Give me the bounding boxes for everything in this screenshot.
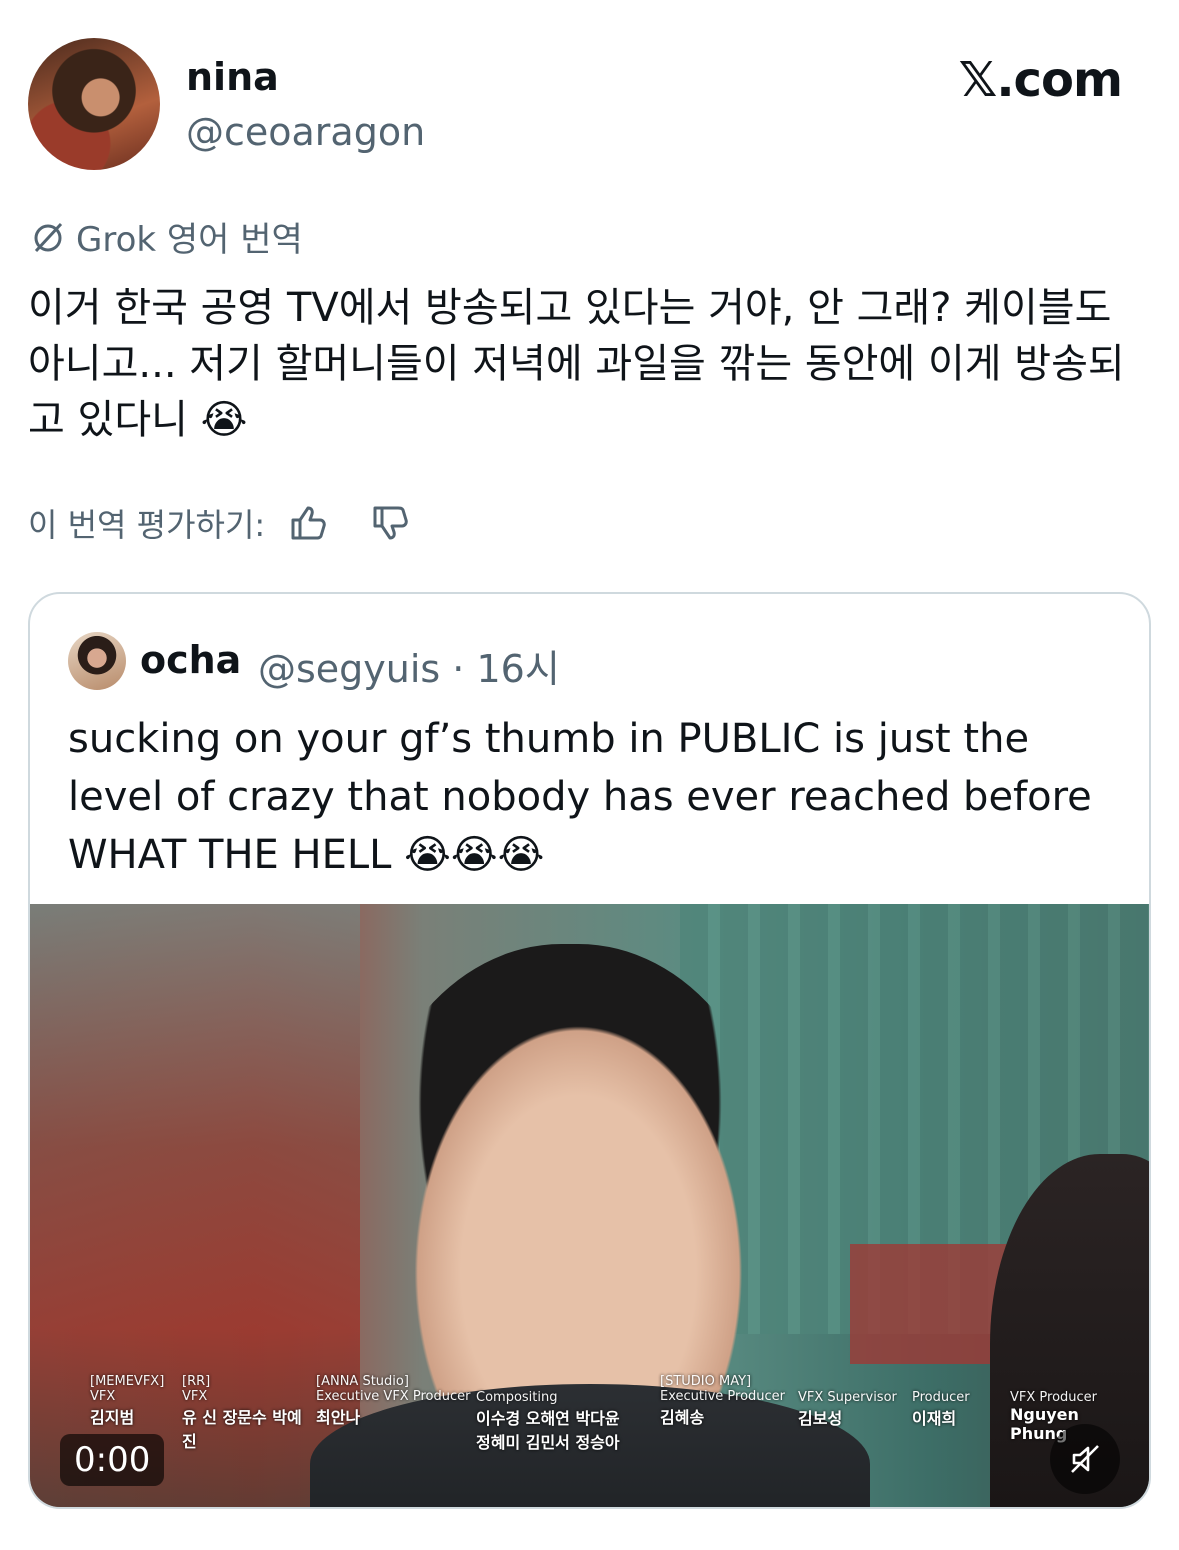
credit-5: VFX Supervisor 김보성 <box>798 1390 897 1428</box>
quoted-tweet[interactable]: ocha @segyuis · 16시 sucking on your gf’s… <box>28 592 1151 1509</box>
translation-header: Grok 영어 번역 <box>28 212 303 261</box>
quote-author-handle-time[interactable]: @segyuis · 16시 <box>258 638 560 693</box>
translated-tweet-text: 이거 한국 공영 TV에서 방송되고 있다는 거야, 안 그래? 케이블도 아니… <box>28 285 1125 443</box>
quote-text: sucking on your gf’s thumb in PUBLIC is … <box>68 716 1092 878</box>
rate-label: 이 번역 평가하기: <box>28 506 266 544</box>
video-timecode: 0:00 <box>60 1434 165 1486</box>
thumbs-up-icon[interactable] <box>285 500 331 546</box>
author-handle[interactable]: @ceoaragon <box>186 110 425 154</box>
author-avatar[interactable] <box>28 38 160 170</box>
credit-2: [ANNA Studio] Executive VFX Producer 최안나 <box>316 1374 471 1427</box>
credit-1: [RR] VFX 유 신 장문수 박예진 <box>182 1374 302 1451</box>
thumbs-down-icon[interactable] <box>367 500 413 546</box>
credit-0: [MEMEVFX] VFX 김지범 <box>90 1374 165 1427</box>
quote-author-avatar[interactable] <box>68 632 126 690</box>
video-credits: [MEMEVFX] VFX 김지범 [RR] VFX 유 신 장문수 박예진 [… <box>90 1374 1140 1484</box>
credit-3: Compositing 이수경 오해연 박다윤 정혜미 김민서 정승아 <box>476 1390 620 1452</box>
video-player[interactable]: [MEMEVFX] VFX 김지범 [RR] VFX 유 신 장문수 박예진 [… <box>30 904 1149 1507</box>
translation-label: Grok 영어 번역 <box>76 220 303 260</box>
credit-4: [STUDIO MAY] Executive Producer 김혜송 <box>660 1374 786 1427</box>
mute-button[interactable] <box>1050 1424 1120 1494</box>
author-name[interactable]: nina <box>186 55 279 99</box>
rate-translation: 이 번역 평가하기: <box>28 500 413 546</box>
site-label: 𝕏.com <box>958 52 1123 108</box>
quote-author-name[interactable]: ocha <box>140 638 241 682</box>
credit-6: Producer 이재희 <box>912 1390 970 1428</box>
grok-icon <box>34 222 63 252</box>
muted-speaker-icon <box>1071 1445 1099 1473</box>
